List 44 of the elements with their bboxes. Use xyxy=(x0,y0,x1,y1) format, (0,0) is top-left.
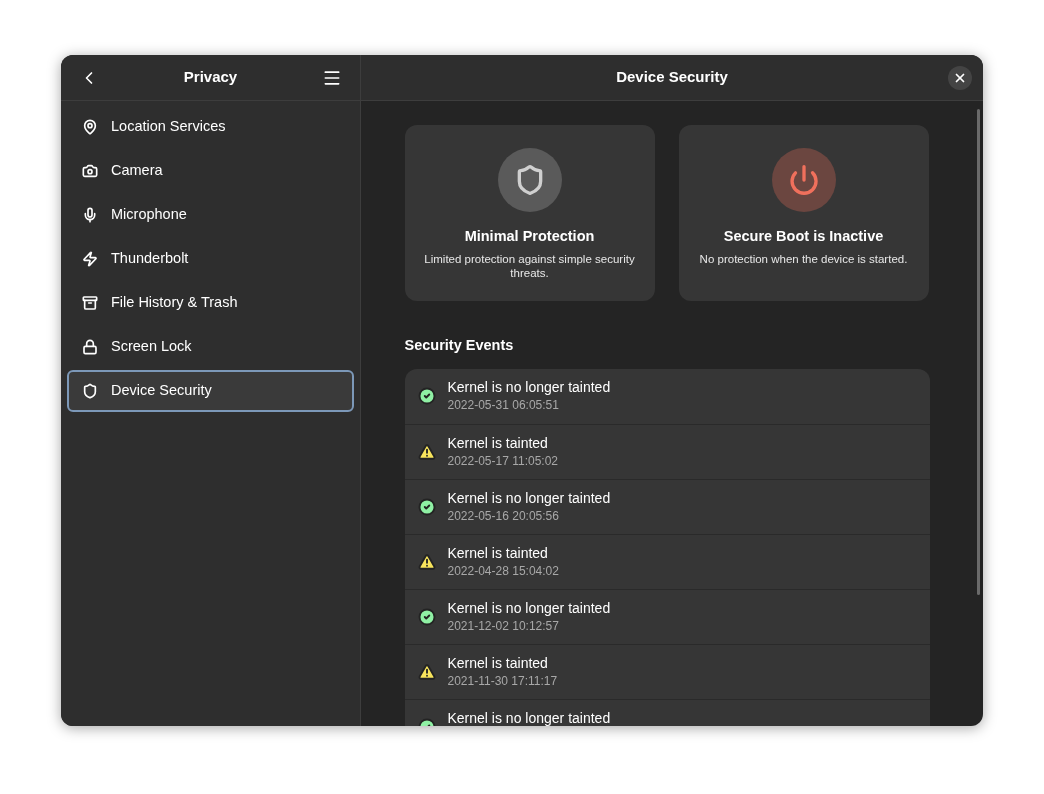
shield-icon xyxy=(82,383,98,399)
warning-icon xyxy=(417,443,436,461)
event-date: 2022-04-28 15:04:02 xyxy=(447,563,559,580)
map-pin-icon xyxy=(82,119,98,135)
card-description: Limited protection against simple security threats. xyxy=(423,251,636,280)
event-title: Kernel is tainted xyxy=(447,434,549,452)
check-circle-icon xyxy=(417,608,436,626)
sidebar-item[interactable]: Device Security xyxy=(67,370,354,412)
event-date: 2021-11-30 17:11:17 xyxy=(447,673,558,690)
event-date: 2022-05-17 11:05:02 xyxy=(447,453,559,470)
camera-icon xyxy=(82,163,98,179)
page-title: Device Security xyxy=(616,67,728,88)
padlock-icon xyxy=(82,339,98,355)
check-circle-icon xyxy=(417,498,436,516)
scrollbar[interactable] xyxy=(976,109,980,595)
event-title: Kernel is no longer tainted xyxy=(447,378,611,396)
warning-icon xyxy=(417,663,436,681)
sidebar-item[interactable]: Microphone xyxy=(67,194,354,236)
close-button[interactable] xyxy=(948,66,972,90)
card-title: Minimal Protection xyxy=(464,227,595,246)
cabinet-icon xyxy=(82,295,98,311)
warning-icon xyxy=(417,553,436,571)
event-title: Kernel is no longer tainted xyxy=(447,489,611,507)
power-icon xyxy=(787,164,820,196)
event-title: Kernel is no longer tainted xyxy=(447,599,611,617)
card-title: Secure Boot is Inactive xyxy=(723,227,884,246)
event-title: Kernel is tainted xyxy=(447,654,549,672)
close-icon xyxy=(953,71,967,85)
section-heading: Security Events xyxy=(404,337,514,353)
event-date: 2022-05-16 20:05:56 xyxy=(447,508,560,525)
event-title: Kernel is tainted xyxy=(447,544,549,562)
event-date: 2022-05-31 06:05:51 xyxy=(447,397,560,414)
sidebar-title: Privacy xyxy=(183,67,238,88)
lightning-bolt-icon xyxy=(82,251,98,267)
check-circle-icon xyxy=(417,387,436,405)
sidebar-item[interactable]: File History & Trash xyxy=(67,282,354,324)
card-description: No protection when the device is started. xyxy=(699,251,908,266)
event-date: 2021-12-02 10:12:57 xyxy=(447,618,560,635)
sidebar-item[interactable]: Camera xyxy=(67,150,354,192)
sidebar-item[interactable]: Location Services xyxy=(67,106,354,148)
microphone-icon xyxy=(82,207,98,223)
sidebar-item[interactable]: Thunderbolt xyxy=(67,238,354,280)
event-title: Kernel is no longer tainted xyxy=(447,709,611,726)
sidebar-item[interactable]: Screen Lock xyxy=(67,326,354,368)
